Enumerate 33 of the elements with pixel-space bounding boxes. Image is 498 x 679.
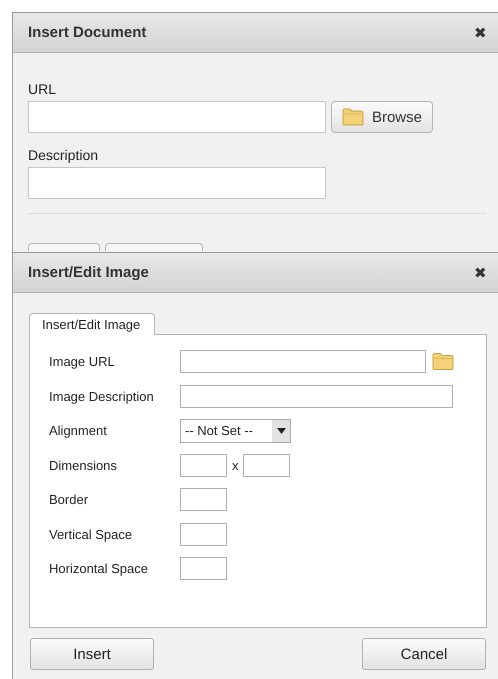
input-field[interactable] bbox=[180, 522, 227, 546]
dialog-button[interactable]: Cancel bbox=[362, 638, 486, 670]
input-field[interactable] bbox=[180, 384, 453, 408]
field-label: URL bbox=[28, 81, 58, 97]
field-label: Border bbox=[49, 492, 90, 507]
input-field[interactable] bbox=[180, 350, 426, 373]
field-label: Dimensions bbox=[49, 458, 118, 472]
dialog-title: Insert/Edit Image bbox=[28, 264, 149, 281]
folder-icon bbox=[432, 352, 454, 371]
input-field[interactable] bbox=[28, 101, 326, 133]
dropdown-arrow-icon bbox=[276, 428, 286, 434]
folder-icon bbox=[342, 108, 364, 126]
dialog-title: Insert Document bbox=[28, 24, 146, 41]
input-field[interactable] bbox=[180, 488, 227, 511]
field-label: Alignment bbox=[49, 423, 108, 438]
input-field[interactable] bbox=[242, 454, 290, 476]
separator-text: x bbox=[232, 458, 238, 472]
dialog-button[interactable]: Insert bbox=[30, 638, 154, 670]
tab[interactable]: Insert/Edit Image bbox=[29, 313, 156, 335]
close-button[interactable]: ✖ bbox=[474, 24, 487, 42]
field-label: Description bbox=[28, 147, 100, 163]
input-field[interactable] bbox=[180, 557, 227, 580]
field-label: Vertical Space bbox=[49, 526, 134, 542]
button-edge[interactable] bbox=[28, 243, 100, 251]
button-edge[interactable] bbox=[105, 243, 203, 251]
alignment-dropdown[interactable]: -- Not Set -- bbox=[180, 418, 291, 442]
input-field[interactable] bbox=[28, 167, 326, 199]
browse-button[interactable]: Browse bbox=[331, 101, 433, 133]
field-label: Image URL bbox=[49, 354, 116, 369]
field-label: Image Description bbox=[49, 388, 155, 404]
close-button[interactable]: ✖ bbox=[474, 264, 487, 282]
input-field[interactable] bbox=[180, 454, 227, 476]
field-label: Horizontal Space bbox=[49, 561, 149, 576]
